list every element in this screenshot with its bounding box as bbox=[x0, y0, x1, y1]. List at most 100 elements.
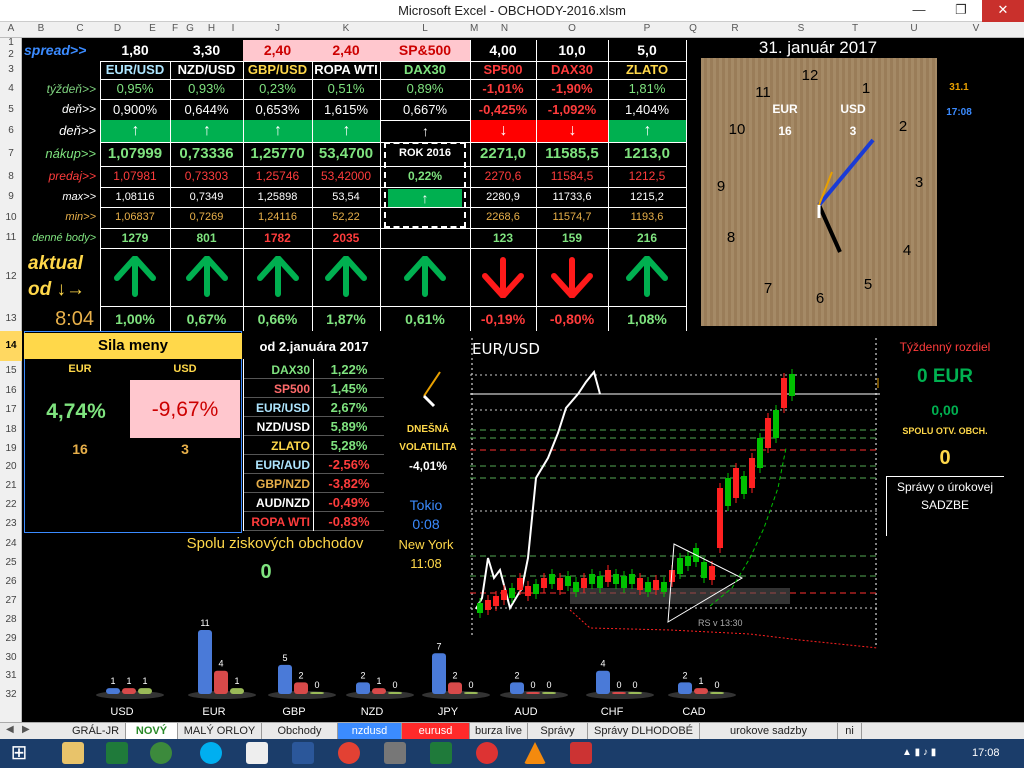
buy-price-1[interactable]: 0,73336 bbox=[170, 142, 243, 166]
actual-label[interactable]: aktual bbox=[24, 250, 100, 278]
row-header-15[interactable]: 15 bbox=[0, 361, 22, 381]
day-arrow-5[interactable]: ↓ bbox=[471, 120, 536, 142]
column-header-E[interactable]: E bbox=[135, 23, 170, 34]
sheet-tab-8[interactable]: Správy DLHODOBÉ bbox=[588, 723, 700, 739]
perf-value-5[interactable]: -2,56% bbox=[314, 456, 384, 474]
rok-value[interactable]: 0,22% bbox=[386, 166, 464, 186]
volatility-label-2[interactable]: VOLATILITA bbox=[390, 440, 466, 456]
row-header-17[interactable]: 17 bbox=[0, 400, 22, 420]
daily-points-1[interactable]: 801 bbox=[170, 228, 243, 248]
min-price-5[interactable]: 11574,7 bbox=[536, 207, 608, 228]
column-header-T[interactable]: T bbox=[832, 23, 878, 34]
day-arrow-7[interactable]: ↑ bbox=[609, 120, 686, 142]
row-header-7[interactable]: 7 bbox=[0, 142, 22, 166]
spread-value-1[interactable]: 3,30 bbox=[170, 40, 243, 61]
row-header-18[interactable]: 18 bbox=[0, 420, 22, 439]
week-change-6[interactable]: -1,90% bbox=[536, 79, 608, 99]
row-header-27[interactable]: 27 bbox=[0, 591, 22, 610]
daily-points-3[interactable]: 2035 bbox=[312, 228, 380, 248]
sell-price-4[interactable]: 2270,6 bbox=[470, 166, 536, 187]
day-arrow-4[interactable]: ↑ bbox=[381, 120, 470, 142]
row-header-31[interactable]: 31 bbox=[0, 667, 22, 685]
instrument-header-0[interactable]: EUR/USD bbox=[100, 61, 170, 79]
perf-name-7[interactable]: AUD/NZD bbox=[244, 494, 314, 512]
column-header-R[interactable]: R bbox=[700, 23, 770, 34]
instrument-header-3[interactable]: ROPA WTI bbox=[312, 61, 380, 79]
newyork-label[interactable]: New York bbox=[386, 536, 466, 554]
row-header-20[interactable]: 20 bbox=[0, 458, 22, 476]
open-trades-value[interactable]: 0 bbox=[886, 444, 1004, 472]
spread-label[interactable]: spread>> bbox=[24, 40, 100, 61]
min-price-2[interactable]: 1,24116 bbox=[243, 207, 312, 228]
buy-price-6[interactable]: 1213,0 bbox=[608, 142, 686, 166]
app3-icon[interactable] bbox=[384, 742, 406, 764]
column-header-U[interactable]: U bbox=[878, 23, 950, 34]
perf-value-3[interactable]: 5,89% bbox=[314, 418, 384, 436]
profits-label[interactable]: Spolu ziskových obchodov bbox=[160, 534, 390, 554]
min-price-6[interactable]: 1193,6 bbox=[608, 207, 686, 228]
perf-value-6[interactable]: -3,82% bbox=[314, 475, 384, 493]
row-header-8[interactable]: 8 bbox=[0, 166, 22, 187]
sheet-tab-1[interactable]: NOVÝ bbox=[126, 723, 178, 739]
column-header-P[interactable]: P bbox=[608, 23, 686, 34]
strength-eur-count[interactable]: 16 bbox=[50, 440, 110, 458]
spread-value-6[interactable]: 5,0 bbox=[608, 40, 686, 61]
actual-pct-1[interactable]: 0,67% bbox=[170, 307, 243, 331]
row-label-min[interactable]: min>> bbox=[24, 207, 100, 228]
sell-price-5[interactable]: 11584,5 bbox=[536, 166, 608, 187]
sell-price-0[interactable]: 1,07981 bbox=[100, 166, 170, 187]
sell-price-2[interactable]: 1,25746 bbox=[243, 166, 312, 187]
column-header-B[interactable]: B bbox=[22, 23, 60, 34]
instrument-header-5[interactable]: SP500 bbox=[470, 61, 536, 79]
row-header-30[interactable]: 30 bbox=[0, 648, 22, 667]
actual-pct-6[interactable]: -0,80% bbox=[536, 307, 608, 331]
start-windows-icon[interactable]: ⊞ bbox=[8, 742, 30, 764]
perf-value-8[interactable]: -0,83% bbox=[314, 513, 384, 531]
app-icon[interactable] bbox=[150, 742, 172, 764]
excel2-icon[interactable] bbox=[430, 742, 452, 764]
app4-icon[interactable] bbox=[476, 742, 498, 764]
row-header-3[interactable]: 3 bbox=[0, 61, 22, 79]
skype-icon[interactable] bbox=[200, 742, 222, 764]
row-header-5[interactable]: 5 bbox=[0, 99, 22, 120]
spread-value-2[interactable]: 2,40 bbox=[243, 40, 312, 61]
max-price-0[interactable]: 1,08116 bbox=[100, 187, 170, 207]
spread-value-3[interactable]: 2,40 bbox=[312, 40, 380, 61]
row-label-day[interactable]: deň>> bbox=[24, 99, 100, 120]
app5-icon[interactable] bbox=[570, 742, 592, 764]
day-change-0[interactable]: 0,900% bbox=[100, 99, 170, 120]
spread-value-0[interactable]: 1,80 bbox=[100, 40, 170, 61]
day-change-4[interactable]: 0,667% bbox=[380, 99, 470, 120]
column-header-Q[interactable]: Q bbox=[686, 23, 700, 34]
min-price-3[interactable]: 52,22 bbox=[312, 207, 380, 228]
column-header-K[interactable]: K bbox=[312, 23, 380, 34]
rok-arrow[interactable]: ↑ bbox=[388, 189, 462, 207]
row-header-24[interactable]: 24 bbox=[0, 534, 22, 553]
row-header-4[interactable]: 4 bbox=[0, 79, 22, 99]
row-header-22[interactable]: 22 bbox=[0, 495, 22, 514]
row-header-32[interactable]: 32 bbox=[0, 685, 22, 704]
max-price-1[interactable]: 0,7349 bbox=[170, 187, 243, 207]
column-header-I[interactable]: I bbox=[223, 23, 243, 34]
actual-pct-2[interactable]: 0,66% bbox=[243, 307, 312, 331]
tokio-label[interactable]: Tokio bbox=[386, 496, 466, 514]
buy-price-5[interactable]: 11585,5 bbox=[536, 142, 608, 166]
row-header-29[interactable]: 29 bbox=[0, 629, 22, 648]
daily-points-4[interactable]: 123 bbox=[470, 228, 536, 248]
column-header-N[interactable]: N bbox=[473, 23, 536, 34]
perf-name-6[interactable]: GBP/NZD bbox=[244, 475, 314, 493]
day-change-6[interactable]: -1,092% bbox=[536, 99, 608, 120]
sheet-tab-7[interactable]: Správy bbox=[528, 723, 588, 739]
strength-usd-value[interactable]: -9,67% bbox=[130, 391, 240, 429]
instrument-header-6[interactable]: DAX30 bbox=[536, 61, 608, 79]
week-change-5[interactable]: -1,01% bbox=[470, 79, 536, 99]
actual-pct-3[interactable]: 1,87% bbox=[312, 307, 380, 331]
vlc-icon[interactable] bbox=[524, 742, 546, 764]
column-header-S[interactable]: S bbox=[770, 23, 832, 34]
strength-eur-value[interactable]: 4,74% bbox=[26, 393, 126, 431]
sheet-tab-0[interactable]: GRÁL-JR bbox=[66, 723, 126, 739]
row-label-day-arrow[interactable]: deň>> bbox=[24, 120, 100, 142]
row-header-10[interactable]: 10 bbox=[0, 207, 22, 228]
weekly-diff-label[interactable]: Týždenný rozdiel bbox=[886, 337, 1004, 357]
rok-label[interactable]: ROK 2016 bbox=[386, 144, 464, 162]
